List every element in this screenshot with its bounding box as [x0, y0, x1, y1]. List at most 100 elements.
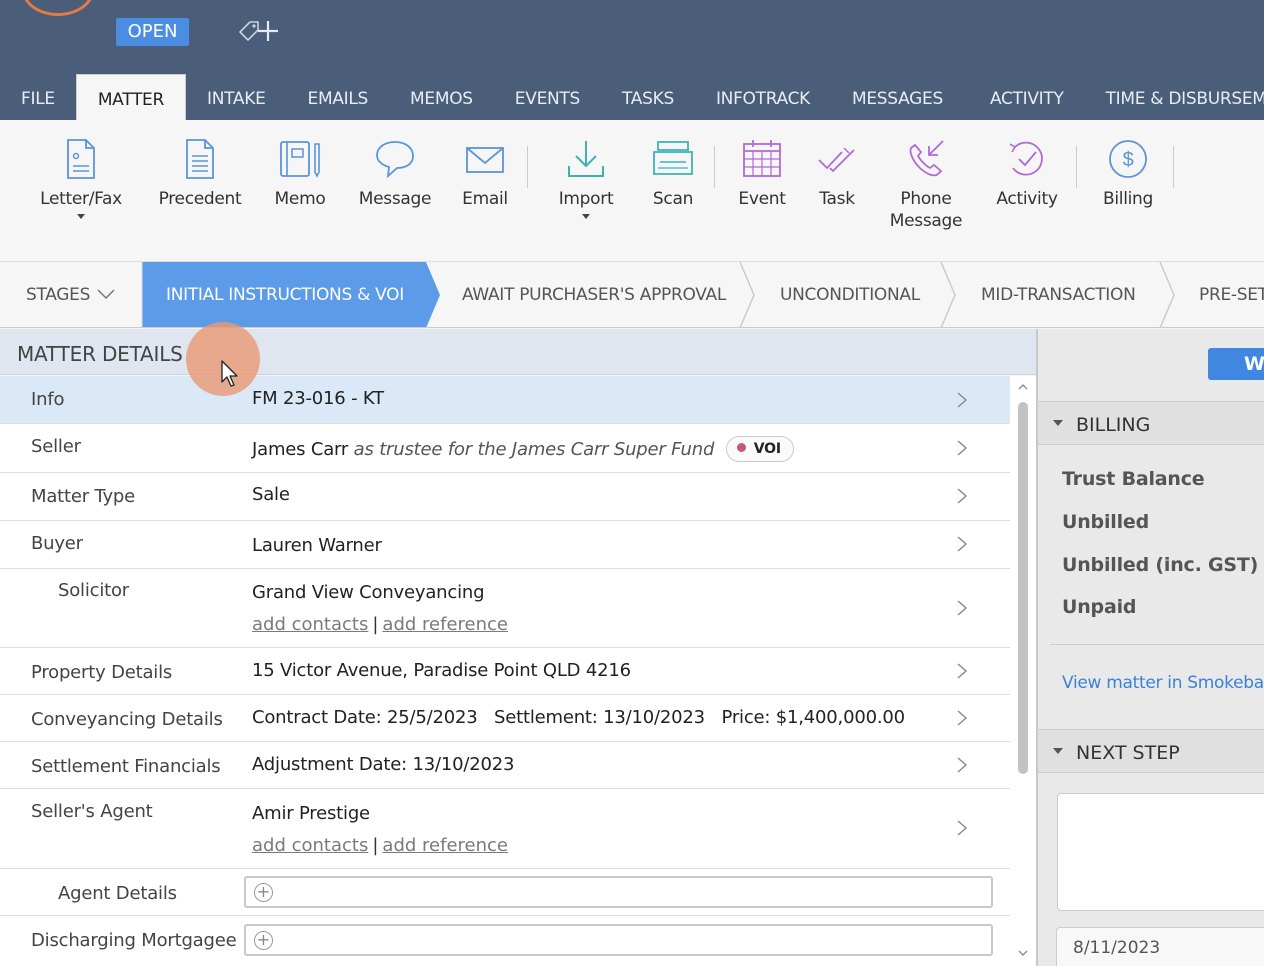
memo-button[interactable]: Memo: [265, 138, 335, 210]
tab-infotrack[interactable]: INFOTRACK: [695, 74, 831, 120]
chevron-right-icon: [957, 488, 968, 504]
unbilled-label: Unbilled: [1062, 511, 1149, 533]
row-buyer[interactable]: Buyer Lauren Warner: [0, 521, 1010, 569]
import-icon: [568, 141, 604, 177]
toolbar-separator: [1173, 146, 1174, 188]
toolbar-separator: [714, 146, 715, 188]
right-side-panel: WID BILLING Trust Balance Unbilled Unbil…: [1038, 329, 1264, 966]
message-button[interactable]: Message: [355, 138, 435, 210]
next-step-date-field[interactable]: 8/11/2023: [1056, 927, 1264, 966]
app-header: OPEN FILE MATTER INTAKE EMAILS MEMOS EVE…: [0, 0, 1264, 120]
matter-details-list: Info FM 23-016 - KT Seller James Carr as…: [0, 376, 1010, 966]
letter-fax-button[interactable]: Letter/Fax: [36, 138, 126, 219]
scrollbar-thumb[interactable]: [1018, 402, 1028, 774]
email-button[interactable]: Email: [455, 138, 515, 210]
import-button[interactable]: Import: [551, 138, 621, 219]
scroll-down-icon[interactable]: [1018, 948, 1028, 958]
tab-activity[interactable]: ACTIVITY: [964, 74, 1085, 120]
plus-circle-icon[interactable]: +: [254, 883, 273, 902]
vertical-scrollbar[interactable]: [1010, 376, 1036, 966]
row-info[interactable]: Info FM 23-016 - KT: [0, 376, 1010, 424]
row-discharging-mortgagee: Discharging Mortgagee +: [0, 916, 1010, 966]
activity-button[interactable]: Activity: [992, 138, 1062, 210]
next-step-section-header[interactable]: NEXT STEP: [1038, 729, 1264, 773]
collapse-triangle-icon: [1053, 748, 1063, 754]
email-icon: [466, 147, 504, 173]
status-dot-icon: [736, 443, 746, 452]
tab-memos[interactable]: MEMOS: [389, 74, 494, 120]
row-matter-type[interactable]: Matter Type Sale: [0, 473, 1010, 521]
tab-tasks[interactable]: TASKS: [601, 74, 695, 120]
chevron-right-icon: [957, 820, 968, 836]
tab-file[interactable]: FILE: [0, 74, 76, 120]
add-contacts-link[interactable]: add contacts: [252, 614, 368, 635]
chevron-down-icon: [582, 214, 590, 219]
section-title: MATTER DETAILS: [17, 342, 183, 366]
row-seller[interactable]: Seller James Carr as trustee for the Jam…: [0, 424, 1010, 473]
voi-badge[interactable]: VOI: [725, 436, 794, 462]
precedent-icon: [186, 139, 214, 179]
phone-message-button[interactable]: Phone Message: [886, 138, 966, 232]
phone-icon: [909, 140, 944, 177]
collapse-triangle-icon: [1053, 420, 1063, 426]
row-agent-details: Agent Details +: [0, 869, 1010, 916]
widget-button[interactable]: WID: [1208, 348, 1264, 380]
chevron-right-icon: [957, 392, 968, 408]
mouse-pointer-icon: [221, 360, 238, 387]
tab-intake[interactable]: INTAKE: [186, 74, 287, 120]
stage-unconditional[interactable]: UNCONDITIONAL: [780, 262, 920, 327]
stages-toggle[interactable]: STAGES: [26, 262, 90, 327]
chevron-down-icon: [77, 214, 85, 219]
app-logo-icon: [22, 0, 94, 16]
toolbar-separator: [1076, 146, 1077, 188]
plus-circle-icon[interactable]: +: [254, 931, 273, 950]
stage-pre-settlement[interactable]: PRE-SET: [1199, 262, 1264, 327]
billing-button[interactable]: $ Billing: [1098, 138, 1158, 210]
add-reference-link[interactable]: add reference: [382, 835, 508, 856]
tab-events[interactable]: EVENTS: [494, 74, 601, 120]
toolbar-separator: [527, 146, 528, 188]
stage-mid-transaction[interactable]: MID-TRANSACTION: [981, 262, 1136, 327]
billing-section-header[interactable]: BILLING: [1038, 401, 1264, 445]
add-reference-link[interactable]: add reference: [382, 614, 508, 635]
scan-button[interactable]: Scan: [643, 138, 703, 210]
main-tabs: FILE MATTER INTAKE EMAILS MEMOS EVENTS T…: [0, 74, 1264, 120]
stage-await-purchaser-approval[interactable]: AWAIT PURCHASER'S APPROVAL: [462, 262, 726, 327]
discharging-mortgagee-input[interactable]: +: [244, 924, 993, 956]
activity-icon: [1009, 141, 1043, 176]
view-in-smokeball-link[interactable]: View matter in Smokeball: [1062, 673, 1264, 693]
task-button[interactable]: Task: [812, 138, 862, 210]
tab-messages[interactable]: MESSAGES: [831, 74, 964, 120]
unbilled-gst-label: Unbilled (inc. GST): [1062, 554, 1259, 576]
chevron-right-icon: [957, 536, 968, 552]
memo-icon: [280, 141, 320, 178]
add-tag-icon[interactable]: [236, 18, 284, 44]
letter-icon: [67, 139, 95, 179]
event-button[interactable]: Event: [732, 138, 792, 210]
divider: [1050, 644, 1264, 645]
next-step-textarea[interactable]: [1057, 793, 1264, 911]
row-conveyancing-details[interactable]: Conveyancing Details Contract Date: 25/5…: [0, 695, 1010, 742]
row-sellers-agent[interactable]: Seller's Agent Amir Prestige add contact…: [0, 789, 1010, 869]
dollar-icon: $: [1109, 140, 1147, 178]
agent-details-input[interactable]: +: [244, 876, 993, 908]
matter-details-header: MATTER DETAILS: [0, 329, 1036, 375]
tab-emails[interactable]: EMAILS: [287, 74, 390, 120]
row-settlement-financials[interactable]: Settlement Financials Adjustment Date: 1…: [0, 742, 1010, 789]
row-solicitor[interactable]: Solicitor Grand View Conveyancing add co…: [0, 569, 1010, 648]
status-badge[interactable]: OPEN: [116, 18, 189, 46]
row-property-details[interactable]: Property Details 15 Victor Avenue, Parad…: [0, 648, 1010, 695]
scan-icon: [653, 141, 693, 175]
precedent-button[interactable]: Precedent: [155, 138, 245, 210]
add-contacts-link[interactable]: add contacts: [252, 835, 368, 856]
chevron-right-icon: [957, 663, 968, 679]
trust-balance-label: Trust Balance: [1062, 468, 1205, 490]
scroll-up-icon[interactable]: [1018, 382, 1028, 392]
stages-bar: STAGES INITIAL INSTRUCTIONS & VOI AWAIT …: [0, 262, 1264, 328]
ribbon-toolbar: Letter/Fax Precedent Memo Message Email …: [0, 120, 1264, 262]
tab-time-disbursements[interactable]: TIME & DISBURSEME: [1085, 74, 1264, 120]
chevron-right-icon: [957, 710, 968, 726]
tab-matter[interactable]: MATTER: [75, 74, 187, 120]
stage-initial-instructions[interactable]: INITIAL INSTRUCTIONS & VOI: [166, 262, 404, 327]
unpaid-label: Unpaid: [1062, 596, 1137, 618]
